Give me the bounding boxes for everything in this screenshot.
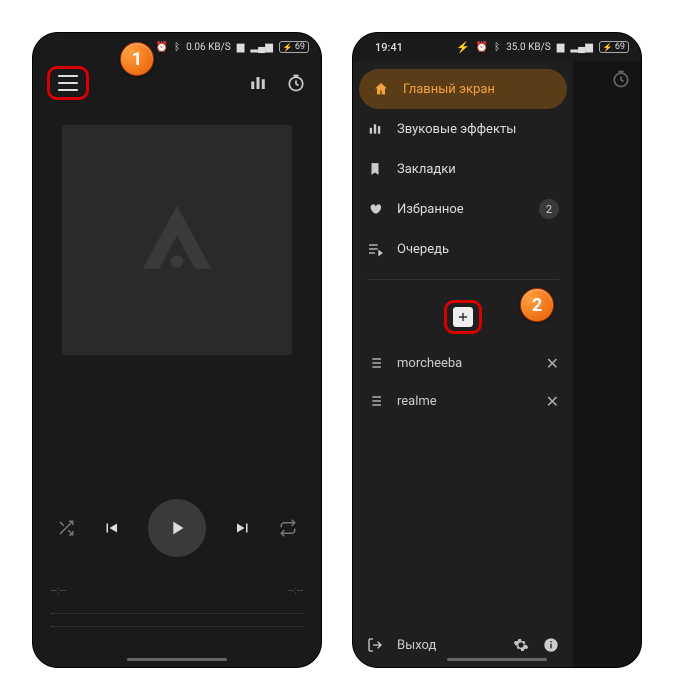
- callout-highlight-1: [47, 66, 89, 100]
- nav-favorites[interactable]: Избранное 2: [353, 189, 573, 229]
- nav-label: Главный экран: [403, 82, 495, 97]
- wifi-icon: ▆: [557, 42, 565, 53]
- alarm-icon: ⏰: [156, 42, 168, 53]
- equalizer-icon: [367, 121, 383, 137]
- bolt-icon: ⚡: [456, 41, 470, 54]
- queue-icon: [367, 241, 383, 257]
- playlist-item[interactable]: realme ✕: [353, 382, 573, 420]
- bt-icon: ᛒ: [494, 42, 500, 53]
- wifi-icon: ▆: [237, 42, 245, 53]
- list-icon: [367, 355, 383, 371]
- add-playlist-button[interactable]: [453, 307, 473, 327]
- net-speed: 0.06: [186, 42, 206, 53]
- aimp-logo-icon: [132, 195, 222, 285]
- shuffle-button[interactable]: [57, 519, 75, 537]
- album-art-placeholder: [62, 125, 292, 355]
- exit-label[interactable]: Выход: [397, 638, 436, 653]
- equalizer-button[interactable]: [247, 72, 269, 94]
- playlist-name: morcheeba: [397, 356, 462, 371]
- gesture-bar: [447, 658, 547, 661]
- hamburger-menu-button[interactable]: [58, 75, 78, 91]
- home-icon: [373, 81, 389, 97]
- annotation-callout-1: 1: [120, 42, 154, 76]
- playlist-item[interactable]: morcheeba ✕: [353, 344, 573, 382]
- top-bar: [33, 61, 321, 105]
- waveform-seekbar[interactable]: [51, 613, 303, 627]
- settings-button[interactable]: [513, 637, 529, 653]
- nav-label: Очередь: [397, 242, 449, 257]
- nav-effects[interactable]: Звуковые эффекты: [353, 109, 573, 149]
- playback-controls: [33, 499, 321, 557]
- remove-playlist-button[interactable]: ✕: [546, 354, 559, 373]
- alarm-icon: ⏰: [476, 42, 488, 53]
- next-button[interactable]: [234, 519, 252, 537]
- phone-player-screen: ⏰ ᛒ 0.06 KB/S ▆ ▂▄▆ 69: [32, 32, 322, 668]
- divider: [367, 279, 559, 280]
- nav-home[interactable]: Главный экран: [359, 69, 567, 109]
- status-bar: 19:41 ⚡ ⏰ ᛒ 35.0 KB/S ▆ ▂▄▆ 69: [353, 33, 641, 61]
- sleep-timer-button-peek: [611, 69, 631, 93]
- battery-indicator: 69: [279, 41, 309, 53]
- status-bar: ⏰ ᛒ 0.06 KB/S ▆ ▂▄▆ 69: [33, 33, 321, 61]
- annotation-callout-2: 2: [520, 288, 554, 322]
- play-button[interactable]: [148, 499, 206, 557]
- nav-label: Звуковые эффекты: [397, 122, 516, 137]
- sleep-timer-button[interactable]: [285, 72, 307, 94]
- time-bar: --:-- --:--: [33, 584, 321, 597]
- favorites-count-badge: 2: [539, 199, 559, 219]
- nav-queue[interactable]: Очередь: [353, 229, 573, 269]
- phone-drawer-screen: 19:41 ⚡ ⏰ ᛒ 35.0 KB/S ▆ ▂▄▆ 69 Главный э…: [352, 32, 642, 668]
- nav-label: Закладки: [397, 162, 456, 177]
- exit-icon: [367, 637, 383, 653]
- nav-bookmarks[interactable]: Закладки: [353, 149, 573, 189]
- signal-icon: ▂▄▆: [250, 42, 272, 53]
- nav-label: Избранное: [397, 202, 464, 217]
- info-button[interactable]: [543, 637, 559, 653]
- remove-playlist-button[interactable]: ✕: [546, 392, 559, 411]
- navigation-drawer: Главный экран Звуковые эффекты Закладки …: [353, 61, 573, 667]
- time-elapsed: --:--: [51, 584, 66, 597]
- battery-indicator: 69: [599, 41, 629, 53]
- signal-icon: ▂▄▆: [570, 42, 592, 53]
- bt-icon: ᛒ: [174, 42, 180, 53]
- previous-button[interactable]: [102, 519, 120, 537]
- repeat-button[interactable]: [279, 519, 297, 537]
- gesture-bar: [127, 658, 227, 661]
- time-total: --:--: [288, 584, 303, 597]
- net-speed: 35.0: [506, 42, 526, 53]
- list-icon: [367, 393, 383, 409]
- clock: 19:41: [365, 41, 403, 54]
- callout-highlight-2: [444, 300, 482, 334]
- bookmark-icon: [367, 161, 383, 177]
- heart-icon: [367, 201, 383, 217]
- playlist-name: realme: [397, 394, 437, 409]
